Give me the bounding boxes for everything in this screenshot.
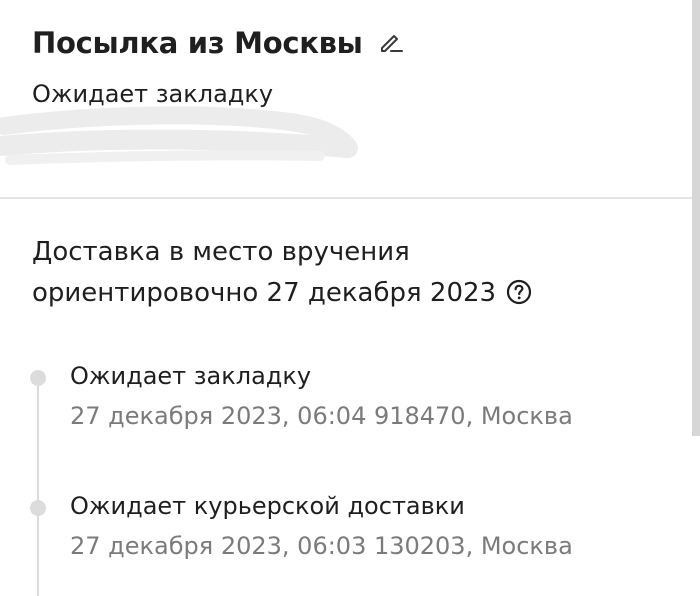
- redaction-scribble: [0, 106, 358, 165]
- tracking-screen: Посылка из Москвы Ожидает закладку Доста…: [0, 0, 700, 596]
- parcel-header: Посылка из Москвы Ожидает закладку: [0, 0, 692, 198]
- section-divider: [0, 197, 700, 199]
- scrollbar[interactable]: [692, 0, 700, 436]
- event-title: Ожидает закладку: [70, 362, 312, 390]
- delivery-estimate: Доставка в место вручения ориентировочно…: [32, 232, 672, 314]
- delivery-line-1: Доставка в место вручения: [32, 237, 410, 267]
- title-row: Посылка из Москвы: [32, 26, 405, 60]
- timeline-dot: [30, 370, 46, 386]
- event-meta: 27 декабря 2023, 06:03 130203, Москва: [70, 532, 573, 560]
- question-circle-icon[interactable]: [506, 277, 532, 305]
- delivery-date-text: ориентировочно 27 декабря 2023: [32, 278, 497, 308]
- delivery-line-2: ориентировочно 27 декабря 2023: [32, 273, 672, 314]
- timeline-dot: [30, 500, 46, 516]
- event-title: Ожидает курьерской доставки: [70, 492, 465, 520]
- timeline-line: [37, 378, 39, 596]
- pencil-icon[interactable]: [377, 29, 405, 57]
- event-meta: 27 декабря 2023, 06:04 918470, Москва: [70, 402, 573, 430]
- parcel-title: Посылка из Москвы: [32, 26, 363, 60]
